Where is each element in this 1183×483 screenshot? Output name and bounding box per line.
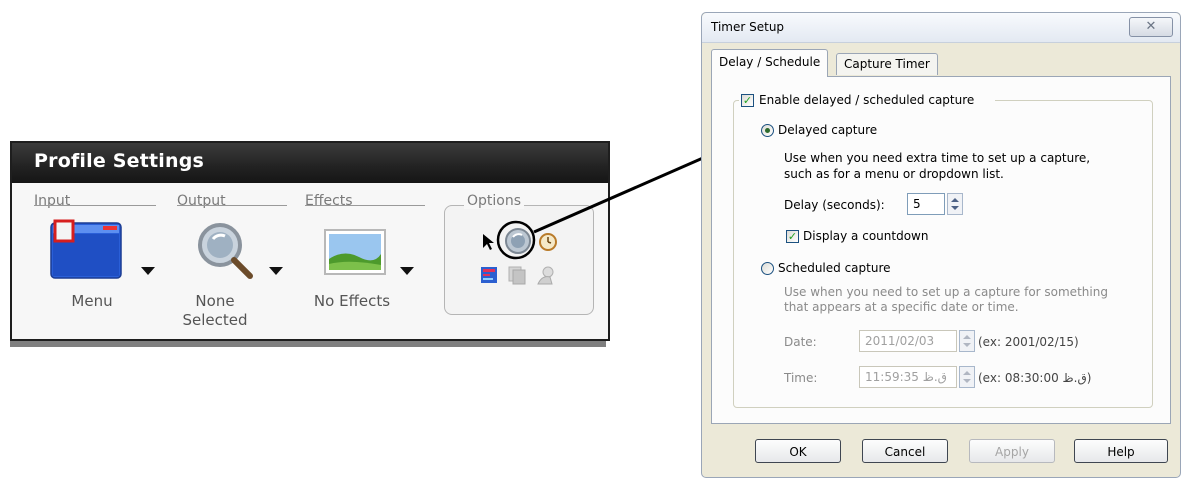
delay-seconds-spinner[interactable] xyxy=(947,193,963,215)
delay-seconds-label: Delay (seconds): xyxy=(784,198,885,212)
delayed-capture-radio[interactable] xyxy=(761,124,774,137)
options-group xyxy=(444,205,594,315)
spin-down-icon[interactable] xyxy=(963,379,971,383)
timer-setup-button[interactable] xyxy=(502,225,534,257)
clock-icon[interactable] xyxy=(538,232,558,252)
time-example: (ex: 08:30:00 ق.ظ) xyxy=(978,371,1092,385)
enable-group-box xyxy=(733,100,1153,408)
apply-button[interactable]: Apply xyxy=(969,439,1055,463)
cancel-button[interactable]: Cancel xyxy=(862,439,948,463)
window-layout-icon[interactable] xyxy=(480,266,498,284)
time-spinner[interactable] xyxy=(959,366,975,388)
delayed-capture-label: Delayed capture xyxy=(778,123,878,137)
input-group-divider xyxy=(34,205,156,206)
scheduled-desc-line1: Use when you need to set up a capture fo… xyxy=(784,285,1108,299)
scheduled-capture-radio[interactable] xyxy=(761,262,774,275)
date-input[interactable]: 2011/02/03 xyxy=(859,330,957,352)
delayed-desc-line2: such as for a menu or dropdown list. xyxy=(784,167,1004,181)
ok-button[interactable]: OK xyxy=(755,439,841,463)
date-example: (ex: 2001/02/15) xyxy=(978,335,1079,349)
spin-up-icon[interactable] xyxy=(951,198,959,202)
timer-aperture-icon xyxy=(505,228,531,254)
spin-up-icon[interactable] xyxy=(963,335,971,339)
effects-group-divider xyxy=(305,205,425,206)
delayed-desc-line1: Use when you need extra time to set up a… xyxy=(784,151,1091,165)
enable-checkbox[interactable]: ✓ xyxy=(741,94,754,107)
cursor-icon[interactable] xyxy=(482,233,496,251)
tab-delay-schedule[interactable]: Delay / Schedule xyxy=(711,49,829,77)
output-dropdown-arrow[interactable] xyxy=(269,267,283,275)
landscape-icon xyxy=(324,229,386,275)
profile-settings-panel: Profile Settings Input Output Effects Me… xyxy=(10,141,610,347)
profile-title: Profile Settings xyxy=(34,150,205,172)
menu-capture-icon xyxy=(50,219,122,279)
radio-selected-dot xyxy=(765,128,770,133)
close-button[interactable]: ✕ xyxy=(1129,17,1173,37)
countdown-label: Display a countdown xyxy=(803,229,929,243)
date-label: Date: xyxy=(784,335,817,349)
magnifier-icon xyxy=(198,223,253,279)
output-group-label: Output xyxy=(177,193,226,209)
output-selection-line2: Selected xyxy=(182,311,248,329)
effects-dropdown-arrow[interactable] xyxy=(400,267,414,275)
time-input[interactable]: 11:59:35 ق.ظ xyxy=(859,366,957,388)
spin-down-icon[interactable] xyxy=(951,206,959,210)
enable-label: Enable delayed / scheduled capture xyxy=(759,93,975,107)
tab-strip: Delay / Schedule Capture Timer xyxy=(711,49,1171,77)
input-group-label: Input xyxy=(34,193,71,209)
options-group-label: Options xyxy=(464,193,525,209)
delay-seconds-input[interactable]: 5 xyxy=(907,193,945,215)
input-selection-label: Menu xyxy=(71,292,113,310)
close-icon: ✕ xyxy=(1145,19,1157,34)
scheduled-capture-label: Scheduled capture xyxy=(778,261,891,275)
effects-selection-label: No Effects xyxy=(313,292,391,310)
effects-group-label: Effects xyxy=(305,193,353,209)
time-label: Time: xyxy=(784,371,818,385)
copy-pages-icon xyxy=(508,266,526,285)
enable-checkbox-row[interactable]: ✓ Enable delayed / scheduled capture xyxy=(739,91,995,109)
input-menu-button[interactable] xyxy=(50,218,128,280)
output-none-button[interactable] xyxy=(195,221,255,281)
spin-down-icon[interactable] xyxy=(963,343,971,347)
date-spinner[interactable] xyxy=(959,330,975,352)
user-profile-icon xyxy=(537,266,554,285)
profile-settings-body: Profile Settings Input Output Effects Me… xyxy=(10,141,610,341)
dialog-title: Timer Setup xyxy=(711,20,785,34)
output-selection-line1: None xyxy=(195,292,235,310)
timer-setup-dialog: Timer Setup ✕ Delay / Schedule Capture T… xyxy=(701,12,1181,478)
countdown-checkbox[interactable]: ✓ xyxy=(786,230,799,243)
scheduled-desc-line2: that appears at a specific date or time. xyxy=(784,300,1019,314)
effects-none-button[interactable] xyxy=(324,229,386,275)
profile-header: Profile Settings xyxy=(12,143,608,183)
output-group-divider xyxy=(177,205,287,206)
help-button[interactable]: Help xyxy=(1074,439,1168,463)
dialog-titlebar[interactable]: Timer Setup ✕ xyxy=(702,13,1180,43)
spin-up-icon[interactable] xyxy=(963,371,971,375)
input-dropdown-arrow[interactable] xyxy=(141,267,155,275)
tab-capture-timer[interactable]: Capture Timer xyxy=(836,53,938,75)
